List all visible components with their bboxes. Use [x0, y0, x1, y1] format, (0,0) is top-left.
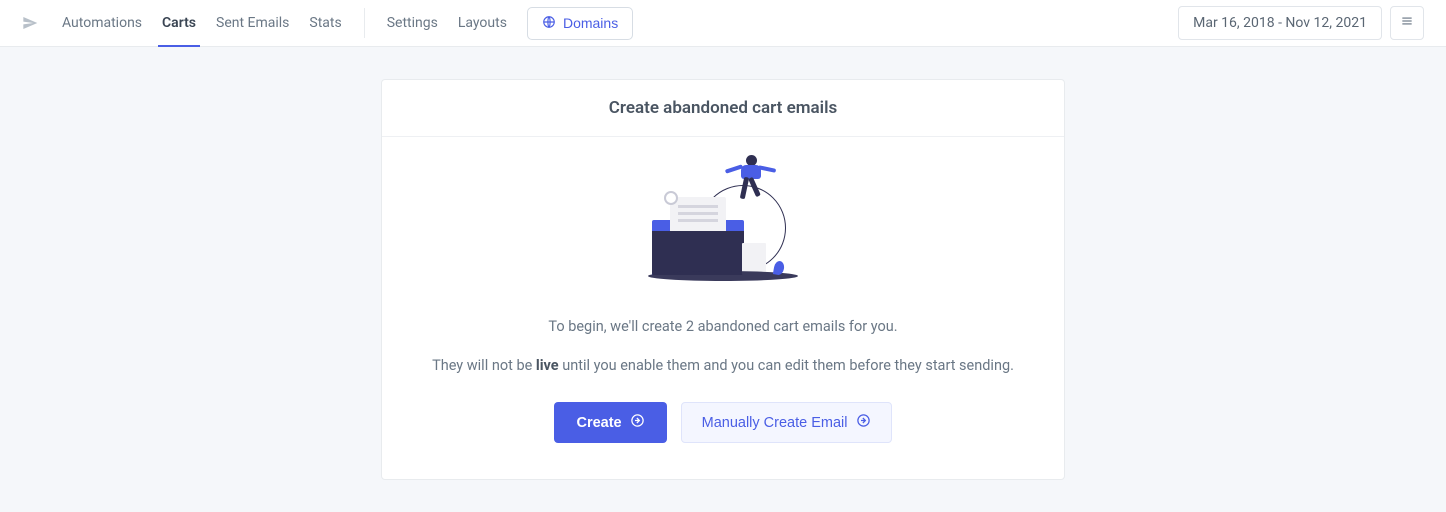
card-actions: Create Manually Create Email — [432, 402, 1014, 443]
arrow-right-circle-icon — [856, 413, 871, 432]
hamburger-icon — [1400, 14, 1414, 32]
content-area: Create abandoned cart emails — [0, 47, 1446, 512]
desc2-bold: live — [536, 357, 559, 374]
nav-primary: Automations Carts Sent Emails Stats Sett… — [22, 0, 633, 46]
create-emails-card: Create abandoned cart emails — [381, 79, 1065, 480]
description-line-1: To begin, we'll create 2 abandoned cart … — [432, 315, 1014, 340]
domains-label: Domains — [563, 15, 618, 31]
manually-create-button[interactable]: Manually Create Email — [681, 402, 892, 443]
globe-icon — [542, 15, 556, 32]
card-body: To begin, we'll create 2 abandoned cart … — [382, 137, 1064, 479]
card-title: Create abandoned cart emails — [402, 98, 1044, 118]
topbar-left: Automations Carts Sent Emails Stats Sett… — [22, 0, 633, 46]
nav-sent-emails[interactable]: Sent Emails — [206, 0, 299, 46]
date-range-picker[interactable]: Mar 16, 2018 - Nov 12, 2021 — [1178, 6, 1382, 40]
menu-button[interactable] — [1390, 6, 1424, 40]
nav-automations[interactable]: Automations — [52, 0, 152, 46]
create-button[interactable]: Create — [554, 402, 666, 443]
create-button-label: Create — [576, 415, 621, 431]
topbar-right: Mar 16, 2018 - Nov 12, 2021 — [1178, 6, 1424, 40]
desc2-post: until you enable them and you can edit t… — [559, 357, 1014, 374]
nav-divider — [364, 8, 365, 38]
domains-button[interactable]: Domains — [527, 7, 633, 40]
card-header: Create abandoned cart emails — [382, 80, 1064, 137]
manually-create-label: Manually Create Email — [702, 415, 848, 431]
nav-layouts[interactable]: Layouts — [448, 0, 517, 46]
desc2-pre: They will not be — [432, 357, 536, 374]
nav-settings[interactable]: Settings — [377, 0, 448, 46]
topbar: Automations Carts Sent Emails Stats Sett… — [0, 0, 1446, 47]
nav-carts[interactable]: Carts — [152, 0, 206, 46]
empty-state-illustration — [638, 157, 808, 287]
paper-plane-icon — [22, 15, 38, 31]
arrow-right-circle-icon — [630, 413, 645, 432]
nav-stats[interactable]: Stats — [299, 0, 351, 46]
description-line-2: They will not be live until you enable t… — [432, 354, 1014, 379]
